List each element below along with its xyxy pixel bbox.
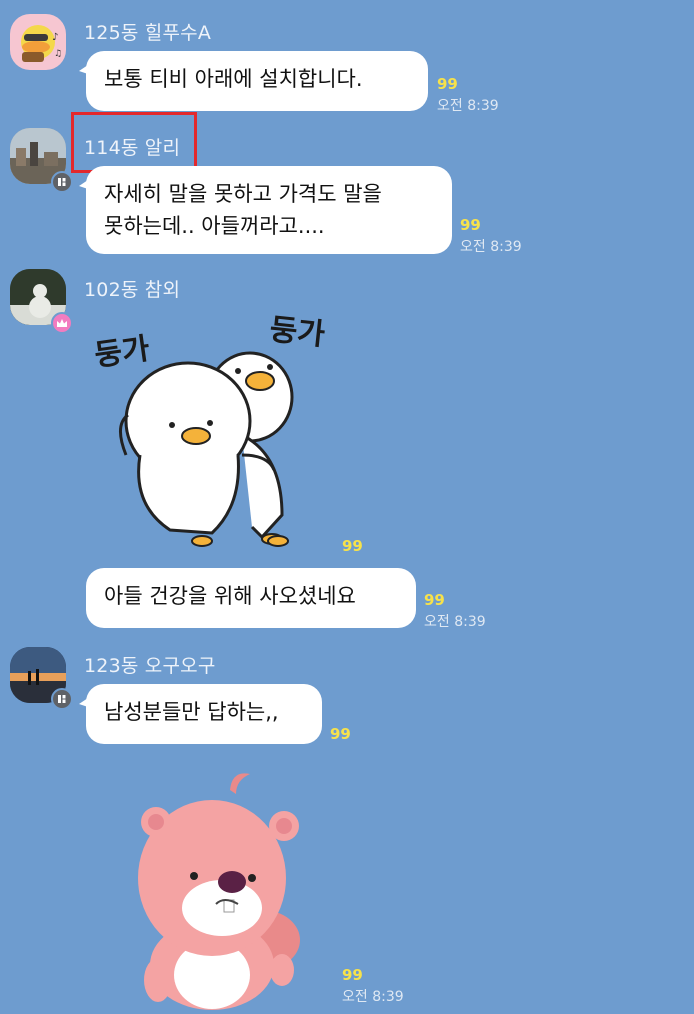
message-text: 남성분들만 답하는,,	[104, 700, 279, 724]
unread-count: 99	[424, 591, 445, 609]
sender-name: 114동 알리	[84, 137, 181, 159]
sticker-text: 둥가	[92, 331, 152, 374]
unread-count: 99	[342, 537, 363, 555]
message-text: 아들 건강을 위해 사오셨네요	[104, 584, 356, 608]
avatar-sender-1[interactable]: ♪ ♫	[10, 14, 66, 70]
unread-count: 99	[342, 966, 363, 984]
message-bubble[interactable]: 남성분들만 답하는,,	[79, 684, 322, 744]
sender-name: 125동 힐푸수A	[84, 22, 212, 44]
message-bubble[interactable]: 아들 건강을 위해 사오셨네요	[86, 568, 416, 628]
svg-text:♫: ♫	[54, 49, 62, 59]
beaver-sticker-icon	[138, 773, 300, 1010]
message-text-line: 못하는데.. 아들꺼라고....	[104, 214, 325, 238]
message-bubble[interactable]: 자세히 말을 못하고 가격도 말을 못하는데.. 아들꺼라고....	[79, 166, 452, 254]
sticker-text: 둥가	[267, 312, 327, 353]
profile-badge-icon	[51, 171, 73, 193]
message-time: 오전 8:39	[437, 98, 499, 114]
message-time: 오전 8:39	[460, 239, 522, 255]
message-time: 오전 8:39	[424, 614, 486, 630]
message-text-line: 자세히 말을 못하고 가격도 말을	[104, 182, 382, 206]
profile-badge-icon	[51, 688, 73, 710]
message-text: 보통 티비 아래에 설치합니다.	[104, 67, 363, 91]
unread-count: 99	[460, 216, 481, 234]
message-bubble[interactable]: 보통 티비 아래에 설치합니다.	[79, 51, 428, 111]
sender-name: 102동 참외	[84, 279, 181, 301]
sender-name: 123동 오구오구	[84, 655, 216, 677]
crown-badge-icon	[51, 312, 73, 334]
message-time: 오전 8:39	[342, 989, 404, 1005]
unread-count: 99	[437, 75, 458, 93]
sticker-ducks[interactable]: 둥가 둥가	[92, 305, 342, 555]
sticker-beaver[interactable]	[112, 770, 312, 1010]
svg-text:♪: ♪	[52, 32, 58, 43]
duck-character-icon: ♪ ♫	[21, 25, 62, 62]
unread-count: 99	[330, 725, 351, 743]
